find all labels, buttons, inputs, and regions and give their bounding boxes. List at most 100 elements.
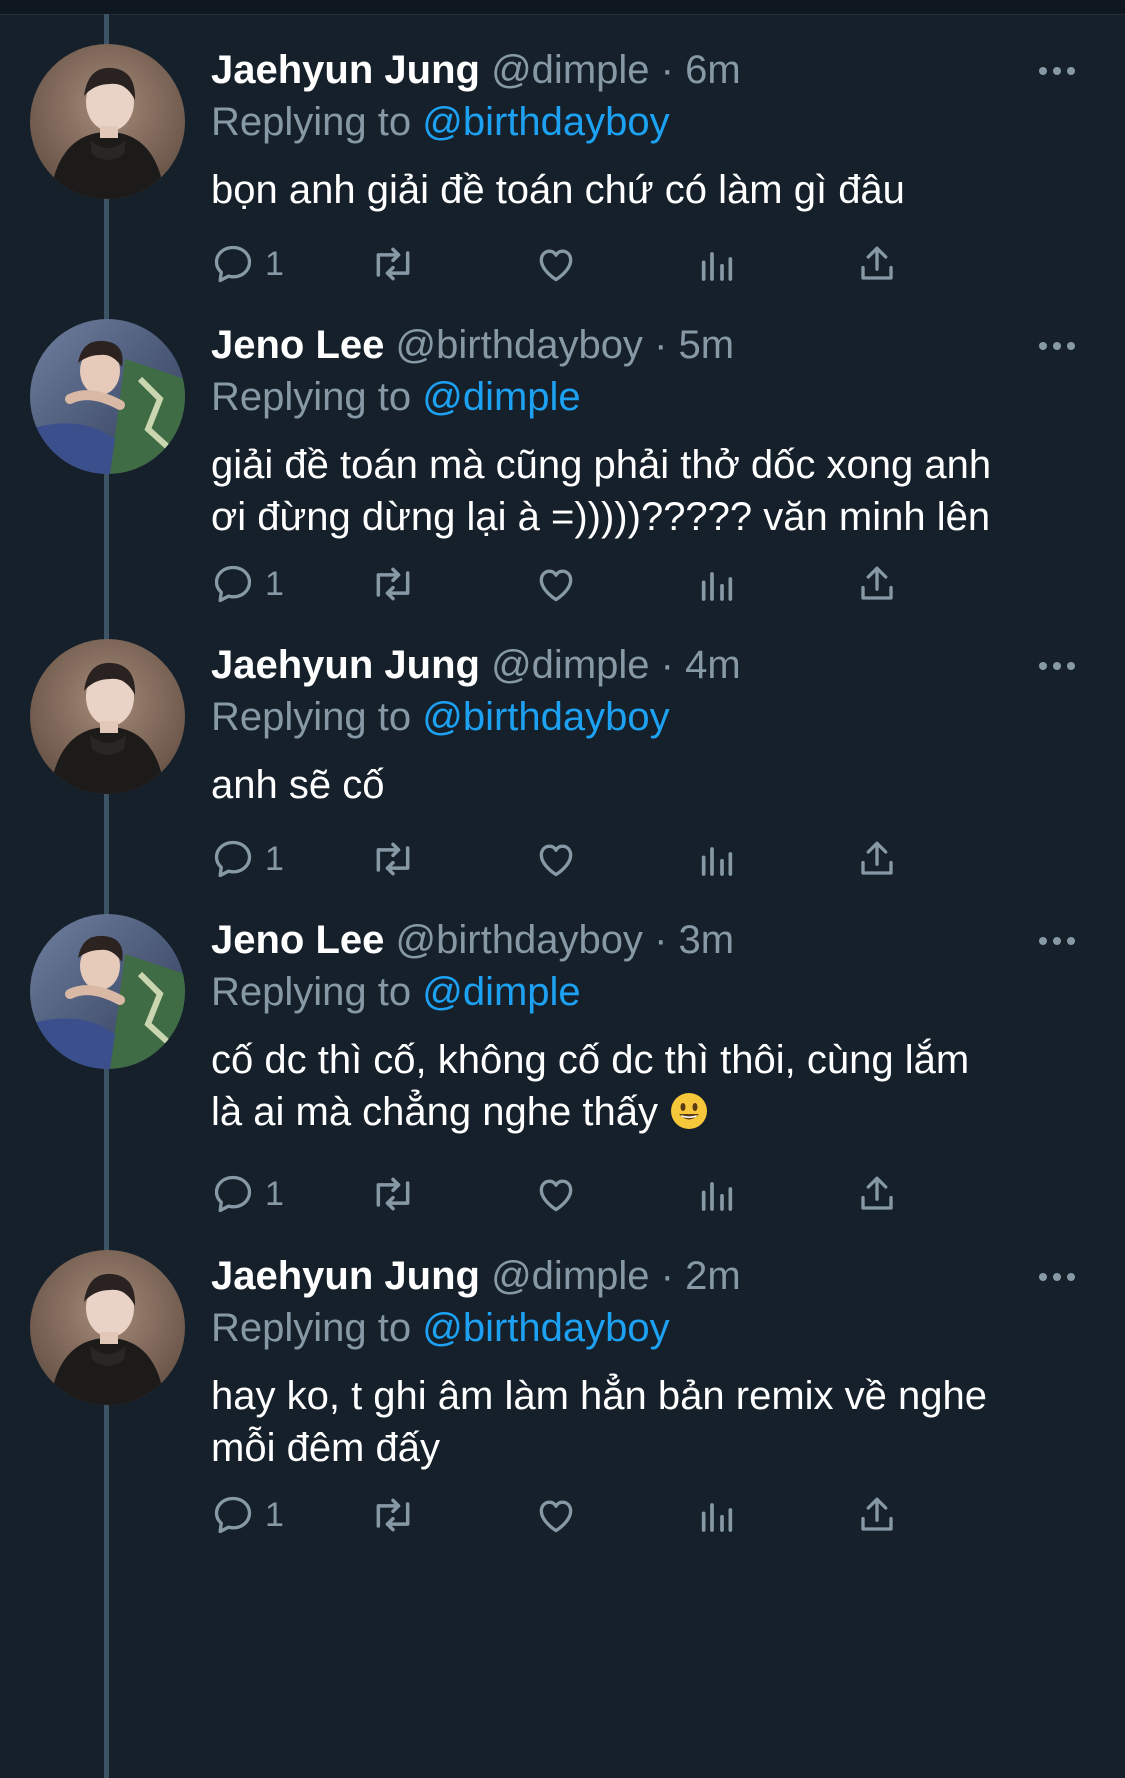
username[interactable]: @birthdayboy bbox=[396, 918, 643, 962]
analytics-button[interactable] bbox=[697, 234, 737, 294]
like-button[interactable] bbox=[534, 554, 578, 614]
separator-dot: · bbox=[660, 1254, 674, 1298]
tweet-actions: 1 bbox=[211, 554, 1001, 614]
share-icon bbox=[856, 1173, 898, 1215]
more-options-button[interactable] bbox=[1037, 659, 1077, 671]
like-icon bbox=[534, 1493, 578, 1537]
tweet-actions: 1 bbox=[211, 1164, 1001, 1224]
share-icon bbox=[856, 838, 898, 880]
share-button[interactable] bbox=[856, 1164, 898, 1224]
timestamp[interactable]: 2m bbox=[685, 1254, 741, 1298]
reply-icon bbox=[211, 837, 255, 881]
tweet-text: anh sẽ cố bbox=[211, 759, 1091, 811]
display-name[interactable]: Jaehyun Jung bbox=[211, 643, 480, 687]
avatar[interactable] bbox=[30, 319, 185, 474]
timestamp[interactable]: 6m bbox=[685, 48, 741, 92]
reply-button[interactable]: 1 bbox=[211, 554, 284, 614]
reply-icon bbox=[211, 1172, 255, 1216]
tweet-text-content: cố dc thì cố, không cố dc thì thôi, cùng… bbox=[211, 1038, 970, 1134]
avatar[interactable] bbox=[30, 1250, 185, 1405]
timestamp[interactable]: 3m bbox=[679, 918, 735, 962]
share-button[interactable] bbox=[856, 234, 898, 294]
more-icon bbox=[1037, 1270, 1077, 1287]
tweet-content: Jaehyun Jung @dimple · 4m Replying to @bi… bbox=[211, 639, 1091, 878]
reply-icon bbox=[211, 242, 255, 286]
tweet-header: Jaehyun Jung @dimple · 2m bbox=[211, 1250, 1091, 1302]
tweet-actions: 1 bbox=[211, 234, 1001, 294]
username[interactable]: @birthdayboy bbox=[396, 323, 643, 367]
tweet-content: Jaehyun Jung @dimple · 2m Replying to @bi… bbox=[211, 1250, 1091, 1534]
timestamp[interactable]: 4m bbox=[685, 643, 741, 687]
reply-count: 1 bbox=[265, 564, 284, 603]
reply-button[interactable]: 1 bbox=[211, 829, 284, 889]
tweet-text-content: anh sẽ cố bbox=[211, 763, 385, 807]
reply-button[interactable]: 1 bbox=[211, 1485, 284, 1545]
more-options-button[interactable] bbox=[1037, 934, 1077, 946]
username[interactable]: @dimple bbox=[491, 48, 649, 92]
reply-count: 1 bbox=[265, 1495, 284, 1534]
more-options-button[interactable] bbox=[1037, 1270, 1077, 1282]
retweet-button[interactable] bbox=[369, 554, 417, 614]
reply-button[interactable]: 1 bbox=[211, 1164, 284, 1224]
share-button[interactable] bbox=[856, 554, 898, 614]
timestamp[interactable]: 5m bbox=[679, 323, 735, 367]
avatar[interactable] bbox=[30, 914, 185, 1069]
avatar[interactable] bbox=[30, 44, 185, 199]
replying-to-link[interactable]: @birthdayboy bbox=[422, 100, 669, 144]
retweet-button[interactable] bbox=[369, 234, 417, 294]
reply-count: 1 bbox=[265, 1174, 284, 1213]
retweet-icon bbox=[369, 242, 417, 286]
tweet-header: Jaehyun Jung @dimple · 6m bbox=[211, 44, 1091, 96]
top-border bbox=[0, 0, 1125, 15]
share-icon bbox=[856, 1494, 898, 1536]
analytics-button[interactable] bbox=[697, 554, 737, 614]
retweet-button[interactable] bbox=[369, 1485, 417, 1545]
replying-to-link[interactable]: @birthdayboy bbox=[422, 1306, 669, 1350]
tweet-header: Jeno Lee @birthdayboy · 5m bbox=[211, 319, 1091, 371]
tweet-content: Jaehyun Jung @dimple · 6m Replying to @bi… bbox=[211, 44, 1091, 283]
display-name[interactable]: Jeno Lee bbox=[211, 323, 384, 367]
analytics-icon bbox=[697, 1495, 737, 1535]
tweet-text-content: giải đề toán mà cũng phải thở dốc xong a… bbox=[211, 443, 992, 539]
more-options-button[interactable] bbox=[1037, 339, 1077, 351]
replying-to-link[interactable]: @dimple bbox=[422, 375, 580, 419]
tweet-text-content: bọn anh giải đề toán chứ có làm gì đâu bbox=[211, 168, 905, 212]
replying-to-link[interactable]: @dimple bbox=[422, 970, 580, 1014]
reply-button[interactable]: 1 bbox=[211, 234, 284, 294]
like-button[interactable] bbox=[534, 1485, 578, 1545]
replying-to-link[interactable]: @birthdayboy bbox=[422, 695, 669, 739]
separator-dot: · bbox=[660, 643, 674, 687]
like-icon bbox=[534, 242, 578, 286]
retweet-button[interactable] bbox=[369, 829, 417, 889]
separator-dot: · bbox=[654, 918, 668, 962]
more-icon bbox=[1037, 659, 1077, 676]
avatar[interactable] bbox=[30, 639, 185, 794]
username[interactable]: @dimple bbox=[491, 643, 649, 687]
display-name[interactable]: Jeno Lee bbox=[211, 918, 384, 962]
display-name[interactable]: Jaehyun Jung bbox=[211, 1254, 480, 1298]
retweet-icon bbox=[369, 1172, 417, 1216]
analytics-button[interactable] bbox=[697, 1164, 737, 1224]
reply-icon bbox=[211, 1493, 255, 1537]
like-button[interactable] bbox=[534, 1164, 578, 1224]
separator-dot: · bbox=[660, 48, 674, 92]
replying-to-label: Replying to bbox=[211, 970, 423, 1014]
analytics-button[interactable] bbox=[697, 829, 737, 889]
share-icon bbox=[856, 243, 898, 285]
retweet-button[interactable] bbox=[369, 1164, 417, 1224]
tweet-header: Jeno Lee @birthdayboy · 3m bbox=[211, 914, 1091, 966]
replying-to-label: Replying to bbox=[211, 695, 423, 739]
more-options-button[interactable] bbox=[1037, 64, 1077, 76]
like-button[interactable] bbox=[534, 234, 578, 294]
like-button[interactable] bbox=[534, 829, 578, 889]
share-button[interactable] bbox=[856, 1485, 898, 1545]
replying-to-line: Replying to @dimple bbox=[211, 371, 1091, 423]
replying-to-label: Replying to bbox=[211, 100, 423, 144]
more-icon bbox=[1037, 934, 1077, 951]
username[interactable]: @dimple bbox=[491, 1254, 649, 1298]
tweet-text: hay ko, t ghi âm làm hẳn bản remix về ng… bbox=[211, 1370, 1091, 1474]
retweet-icon bbox=[369, 837, 417, 881]
share-button[interactable] bbox=[856, 829, 898, 889]
display-name[interactable]: Jaehyun Jung bbox=[211, 48, 480, 92]
analytics-button[interactable] bbox=[697, 1485, 737, 1545]
